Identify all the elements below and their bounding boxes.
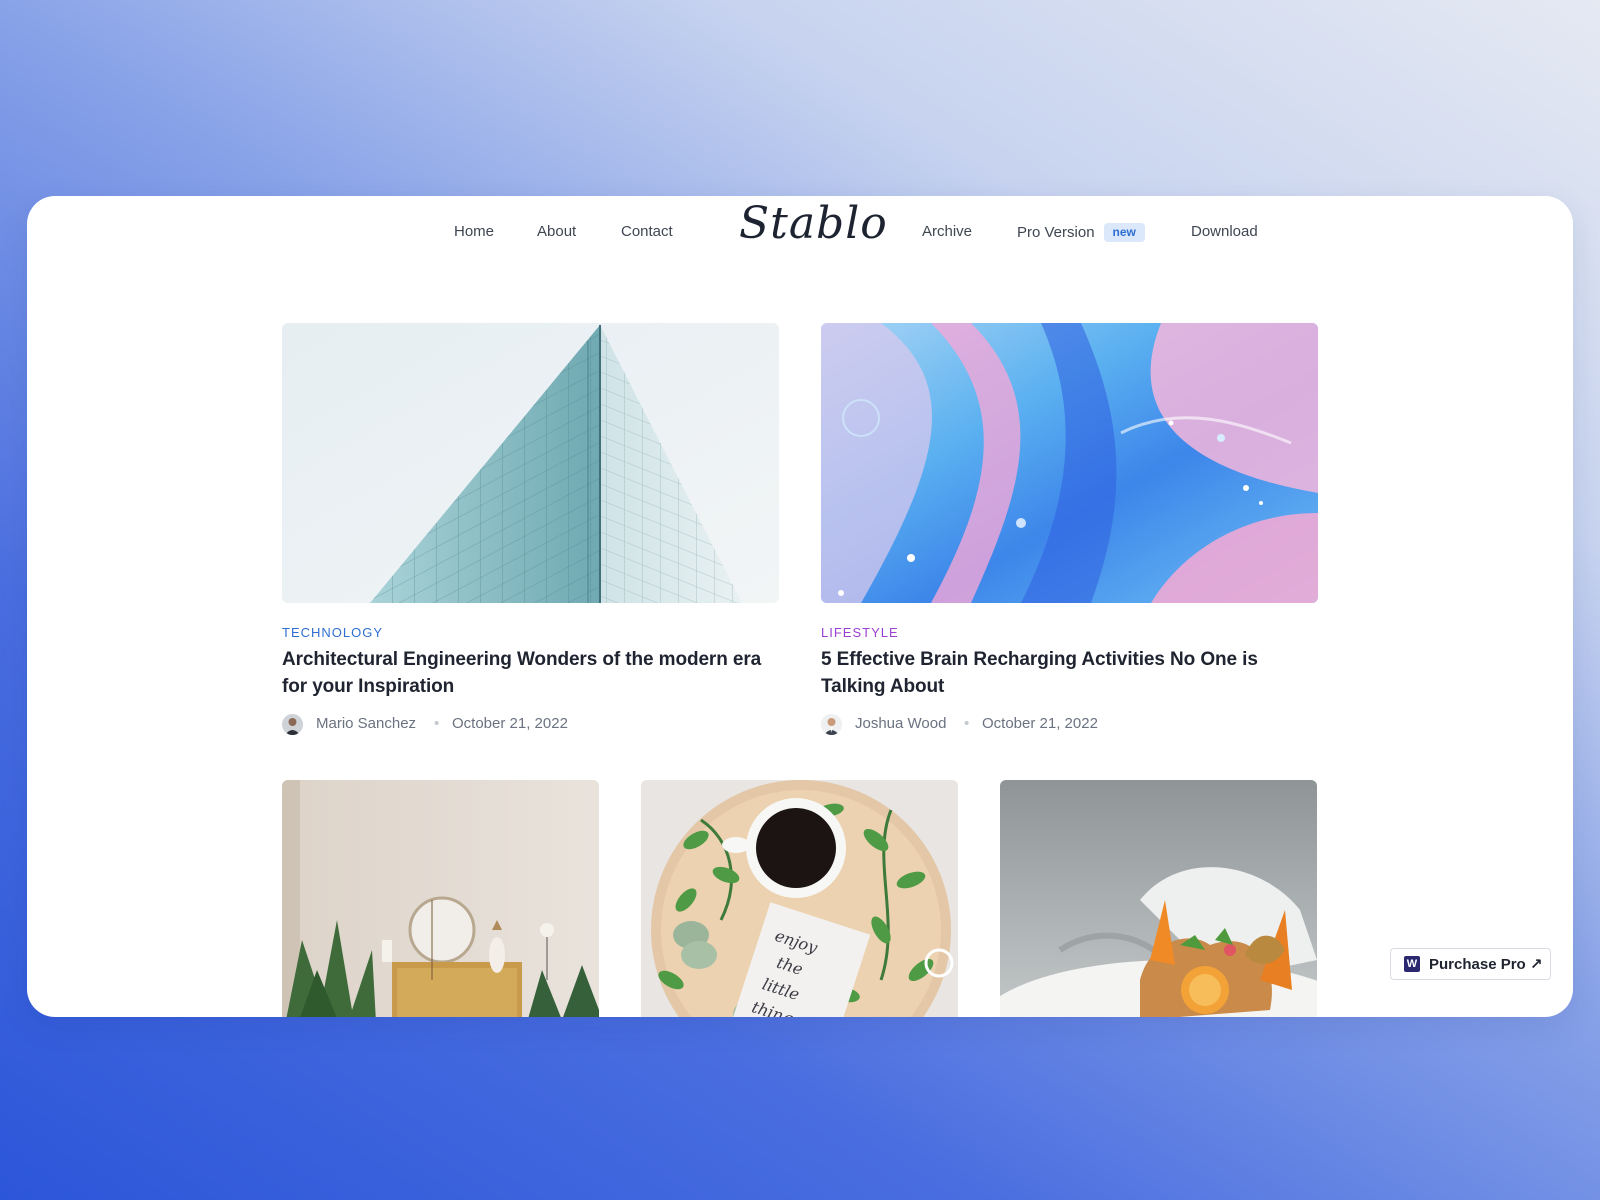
meta-separator: • (434, 715, 440, 732)
nav-pro-version-label: Pro Version (1017, 224, 1095, 241)
living-room-image[interactable] (282, 780, 599, 1017)
post-card-lifestyle[interactable]: LIFESTYLE 5 Effective Brain Recharging A… (821, 323, 1318, 743)
post-author[interactable]: Mario Sanchez (316, 715, 416, 732)
post-card-technology[interactable]: TECHNOLOGY Architectural Engineering Won… (282, 323, 779, 743)
browser-window: Home About Contact Stablo Archive Pro Ve… (27, 196, 1573, 1017)
nav-pro-version-link[interactable]: Pro Version new (1017, 223, 1145, 242)
nav-home-link[interactable]: Home (454, 223, 494, 240)
glass-building-image[interactable] (282, 323, 779, 603)
post-meta: Mario Sanchez • October 21, 2022 (282, 714, 779, 736)
nav-download-link[interactable]: Download (1191, 223, 1258, 240)
author-avatar (821, 714, 842, 735)
site-header: Home About Contact Stablo Archive Pro Ve… (27, 196, 1573, 274)
site-logo[interactable]: Stablo (739, 198, 888, 249)
post-card[interactable]: enjoy the little things (641, 780, 958, 1017)
author-avatar (282, 714, 303, 735)
post-category[interactable]: LIFESTYLE (821, 625, 899, 640)
nav-about-link[interactable]: About (537, 223, 576, 240)
food-plate-image[interactable] (1000, 780, 1317, 1017)
post-card[interactable] (1000, 780, 1317, 1017)
coffee-flatlay-image[interactable]: enjoy the little things (641, 780, 958, 1017)
fluid-art-image[interactable] (821, 323, 1318, 603)
web3templates-logo-icon: W (1404, 956, 1420, 972)
post-meta: Joshua Wood • October 21, 2022 (821, 714, 1318, 736)
purchase-pro-label: Purchase Pro ↗ (1429, 956, 1543, 973)
post-date: October 21, 2022 (982, 715, 1098, 732)
purchase-pro-button[interactable]: W Purchase Pro ↗ (1390, 948, 1551, 980)
nav-contact-link[interactable]: Contact (621, 223, 673, 240)
post-category[interactable]: TECHNOLOGY (282, 625, 383, 640)
new-badge: new (1103, 223, 1145, 242)
post-author[interactable]: Joshua Wood (855, 715, 946, 732)
post-title[interactable]: 5 Effective Brain Recharging Activities … (821, 646, 1318, 700)
nav-archive-link[interactable]: Archive (922, 223, 972, 240)
post-card[interactable] (282, 780, 599, 1017)
post-date: October 21, 2022 (452, 715, 568, 732)
post-title[interactable]: Architectural Engineering Wonders of the… (282, 646, 782, 700)
meta-separator: • (964, 715, 970, 732)
